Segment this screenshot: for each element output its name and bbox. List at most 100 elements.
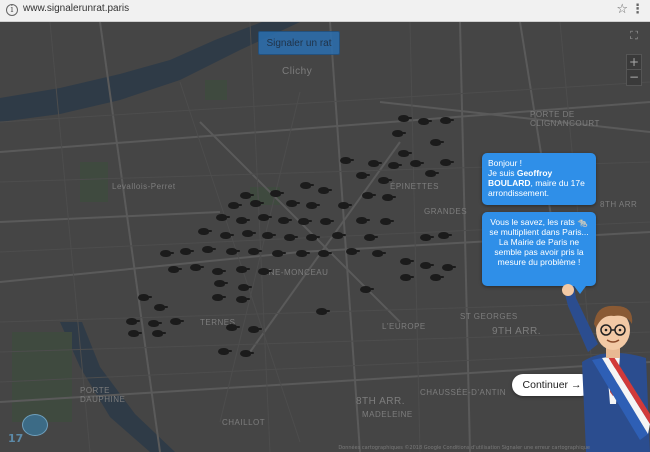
rat-marker[interactable]	[440, 159, 454, 166]
rat-marker[interactable]	[126, 318, 140, 325]
rat-marker[interactable]	[248, 248, 262, 255]
rat-marker[interactable]	[425, 170, 439, 177]
rat-marker[interactable]	[378, 177, 392, 184]
rat-marker[interactable]	[286, 200, 300, 207]
rat-marker[interactable]	[242, 230, 256, 237]
zoom-out-button[interactable]: −	[626, 70, 642, 86]
rat-marker[interactable]	[214, 280, 228, 287]
rat-marker[interactable]	[338, 202, 352, 209]
rat-marker[interactable]	[226, 324, 240, 331]
map-label-8th: 8TH ARR.	[356, 396, 406, 407]
rat-marker[interactable]	[152, 330, 166, 337]
rat-marker[interactable]	[168, 266, 182, 273]
rat-marker[interactable]	[190, 264, 204, 271]
rat-marker[interactable]	[356, 217, 370, 224]
url-field[interactable]: www.signalerunrat.paris	[23, 3, 129, 14]
rat-marker[interactable]	[236, 296, 250, 303]
rat-marker[interactable]	[318, 187, 332, 194]
rat-marker[interactable]	[220, 232, 234, 239]
rat-marker[interactable]	[270, 190, 284, 197]
rat-marker[interactable]	[298, 218, 312, 225]
map-label-18th: 8TH ARR	[600, 200, 638, 209]
rat-marker[interactable]	[248, 326, 262, 333]
rat-marker[interactable]	[346, 248, 360, 255]
rat-marker[interactable]	[420, 262, 434, 269]
info-icon[interactable]: i	[6, 4, 18, 16]
rat-marker[interactable]	[198, 228, 212, 235]
zoom-in-button[interactable]: +	[626, 54, 642, 70]
rat-marker[interactable]	[272, 250, 286, 257]
rat-marker[interactable]	[306, 234, 320, 241]
rat-marker[interactable]	[236, 217, 250, 224]
rat-marker[interactable]	[362, 192, 376, 199]
browser-address-bar: i www.signalerunrat.paris ☆ ⋮	[0, 0, 650, 22]
speech-bubble-intro: Bonjour ! Je suis Geoffroy BOULARD, mair…	[482, 153, 596, 205]
rat-marker[interactable]	[400, 274, 414, 281]
rat-marker[interactable]	[238, 284, 252, 291]
rat-marker[interactable]	[218, 348, 232, 355]
rat-marker[interactable]	[430, 274, 444, 281]
rat-marker[interactable]	[258, 214, 272, 221]
rat-marker[interactable]	[180, 248, 194, 255]
rat-marker[interactable]	[430, 139, 444, 146]
rat-marker[interactable]	[154, 304, 168, 311]
report-rat-button[interactable]: Signaler un rat	[258, 31, 340, 55]
rat-marker[interactable]	[438, 232, 452, 239]
map-attribution[interactable]: Données cartographiques ©2018 Google Con…	[338, 445, 590, 451]
rat-marker[interactable]	[332, 232, 346, 239]
rat-marker[interactable]	[318, 250, 332, 257]
rat-marker[interactable]	[372, 250, 386, 257]
rat-marker[interactable]	[212, 294, 226, 301]
rat-marker[interactable]	[340, 157, 354, 164]
rat-marker[interactable]	[202, 246, 216, 253]
rat-marker[interactable]	[240, 192, 254, 199]
rat-marker[interactable]	[138, 294, 152, 301]
map-label-monceau: INE-MONCEAU	[266, 268, 329, 277]
rat-marker[interactable]	[364, 234, 378, 241]
rat-marker[interactable]	[382, 194, 396, 201]
rat-marker[interactable]	[360, 286, 374, 293]
map-label-madeleine: MADELEINE	[362, 410, 413, 419]
rat-marker[interactable]	[128, 330, 142, 337]
rat-marker[interactable]	[258, 268, 272, 275]
rat-marker[interactable]	[440, 117, 454, 124]
browser-menu-icon[interactable]: ⋮	[631, 2, 644, 17]
rat-marker[interactable]	[300, 182, 314, 189]
rat-marker[interactable]	[216, 214, 230, 221]
rat-marker[interactable]	[442, 264, 456, 271]
greeting-text: Bonjour !	[488, 158, 523, 168]
rat-marker[interactable]	[418, 118, 432, 125]
fullscreen-icon[interactable]: ⛶	[627, 29, 641, 43]
rat-marker[interactable]	[320, 218, 334, 225]
rat-marker[interactable]	[400, 258, 414, 265]
rat-marker[interactable]	[388, 162, 402, 169]
rat-marker[interactable]	[170, 318, 184, 325]
rat-marker[interactable]	[284, 234, 298, 241]
park	[205, 80, 227, 100]
rat-marker[interactable]	[410, 160, 424, 167]
rat-marker[interactable]	[380, 218, 394, 225]
rat-marker[interactable]	[262, 232, 276, 239]
rat-marker[interactable]	[392, 130, 406, 137]
rat-marker[interactable]	[278, 217, 292, 224]
rat-marker[interactable]	[160, 250, 174, 257]
rat-marker[interactable]	[212, 268, 226, 275]
rat-marker[interactable]	[148, 320, 162, 327]
map[interactable]: Clichy Levallois-Perret ÉPINETTES GRANDE…	[0, 22, 650, 452]
rat-marker[interactable]	[306, 202, 320, 209]
rat-marker[interactable]	[368, 160, 382, 167]
rat-marker[interactable]	[296, 250, 310, 257]
rat-marker[interactable]	[316, 308, 330, 315]
bookmark-star-icon[interactable]: ☆	[616, 2, 628, 17]
rat-marker[interactable]	[236, 266, 250, 273]
rat-marker[interactable]	[226, 248, 240, 255]
rat-marker[interactable]	[240, 350, 254, 357]
rat-marker[interactable]	[398, 115, 412, 122]
rat-marker[interactable]	[250, 200, 264, 207]
rat-marker[interactable]	[228, 202, 242, 209]
rat-marker[interactable]	[420, 234, 434, 241]
message-text: Vous le savez, les rats 🐀 se multiplient…	[489, 217, 589, 267]
rat-marker[interactable]	[356, 172, 370, 179]
rat-marker[interactable]	[398, 150, 412, 157]
map-label-chaussee: CHAUSSÉE-D'ANTIN	[420, 388, 506, 397]
